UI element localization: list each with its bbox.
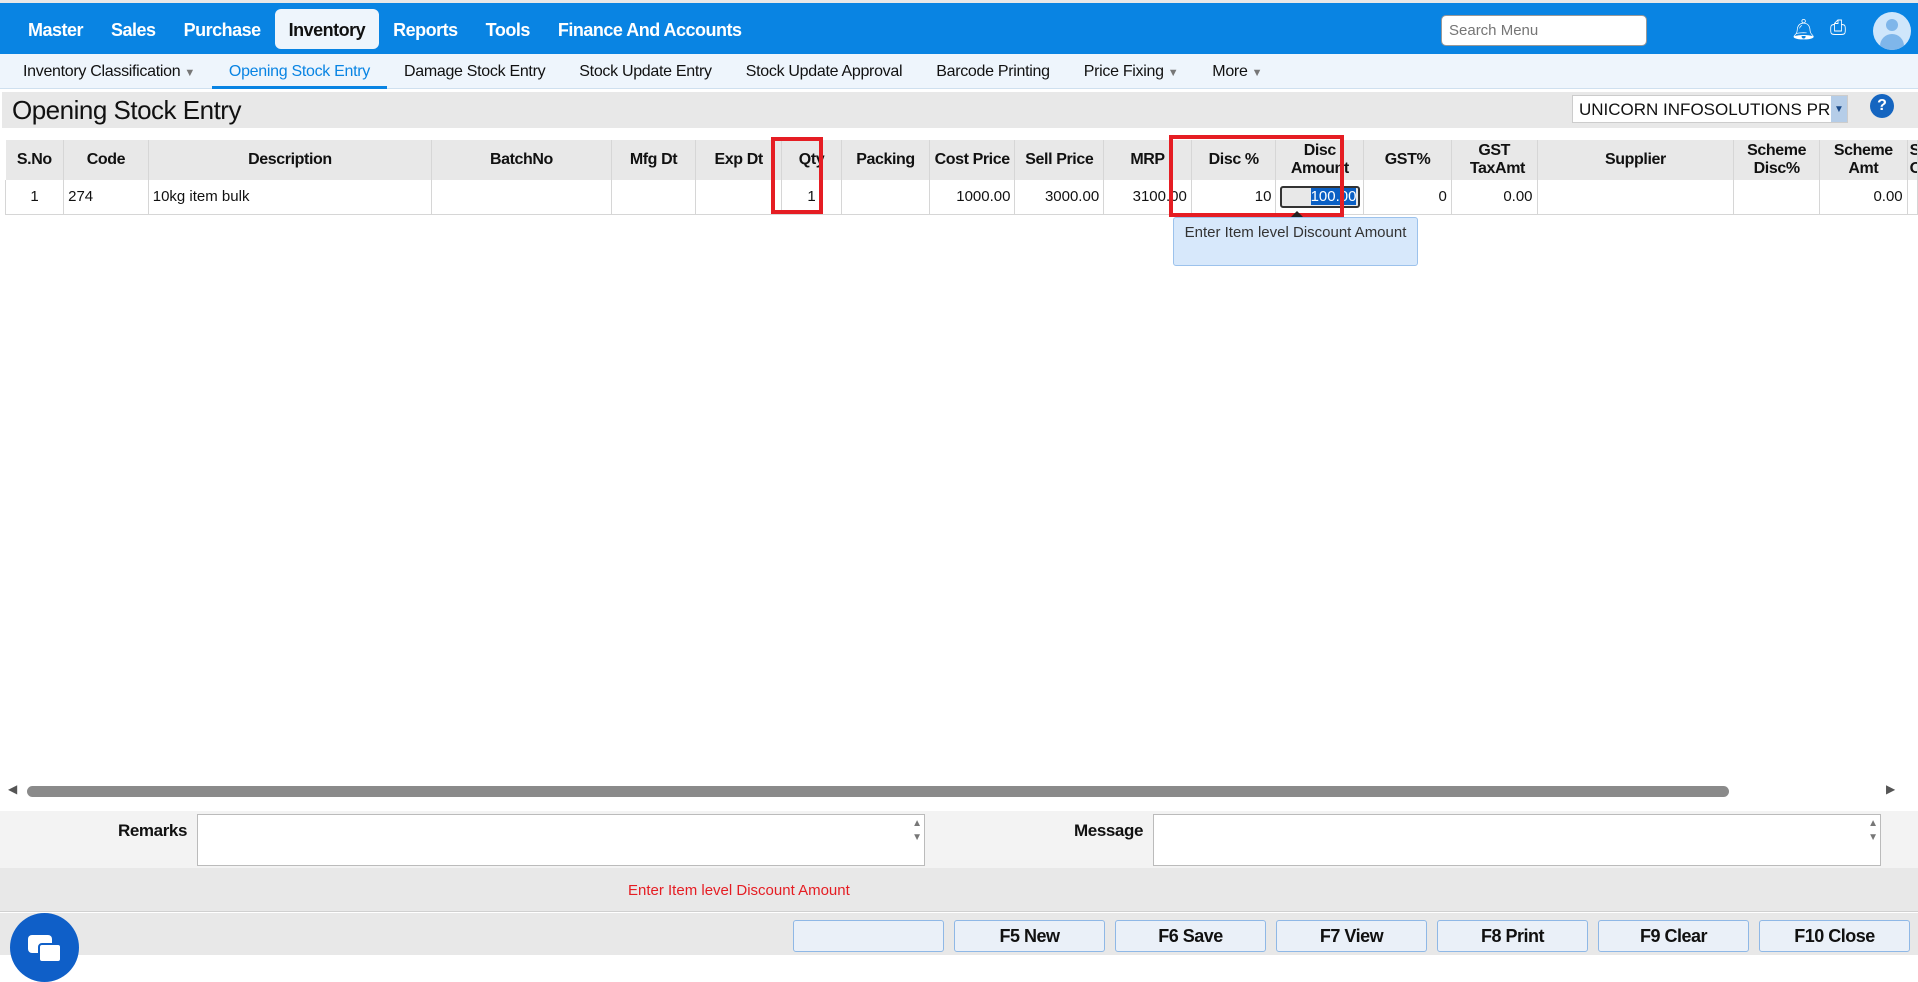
close-button[interactable]: F10 Close <box>1759 920 1910 952</box>
caret-down-icon: ▼ <box>184 67 195 79</box>
remarks-section: Remarks ▲ ▼ Message ▲ ▼ <box>0 811 1918 868</box>
scroll-arrows-icon: ▲ ▼ <box>1868 818 1878 843</box>
cell-packing[interactable] <box>841 180 930 215</box>
col-gst-pct: GST% <box>1363 140 1452 180</box>
action-bar: F5 New F6 Save F7 View F8 Print F9 Clear… <box>0 913 1918 955</box>
status-bar: Enter Item level Discount Amount <box>0 868 1918 912</box>
printer-icon[interactable]: ⎙ <box>1830 17 1846 40</box>
subnav-label: Barcode Printing <box>936 63 1050 80</box>
avatar[interactable] <box>1873 12 1911 50</box>
cell-sno: 1 <box>4 180 65 215</box>
col-batchno: BatchNo <box>431 140 612 180</box>
remarks-label: Remarks <box>118 821 188 840</box>
blank-button[interactable] <box>793 920 944 952</box>
message-label: Message <box>1074 821 1144 840</box>
subnav-stock-update-approval[interactable]: Stock Update Approval <box>729 54 919 89</box>
col-exp-dt: Exp Dt <box>695 140 782 180</box>
subnav-opening-stock-entry[interactable]: Opening Stock Entry <box>211 54 387 89</box>
col-mfg-dt: Mfg Dt <box>611 140 697 180</box>
subnav-label: Stock Update Approval <box>745 63 903 80</box>
help-icon[interactable]: ? <box>1870 94 1894 118</box>
subnav-price-fixing[interactable]: Price Fixing ▼ <box>1067 54 1196 89</box>
col-description: Description <box>148 140 433 180</box>
menu-purchase[interactable]: Purchase <box>170 9 275 49</box>
table-row[interactable]: 1 274 10kg item bulk 1 1000.00 3000.00 3… <box>4 180 1918 215</box>
col-sc-o: Sc O <box>1907 140 1918 180</box>
subnav-more[interactable]: More ▼ <box>1195 54 1279 89</box>
col-code: Code <box>63 140 149 180</box>
search-menu-input[interactable] <box>1441 15 1647 46</box>
col-sell-price: Sell Price <box>1014 140 1105 180</box>
col-scheme-disc: Scheme Disc% <box>1733 140 1820 180</box>
highlight-discount <box>1169 135 1344 217</box>
top-nav-bar: Master Sales Purchase Inventory Reports … <box>0 0 1918 54</box>
subnav-label: Stock Update Entry <box>579 63 712 80</box>
highlight-qty <box>771 137 823 214</box>
new-button[interactable]: F5 New <box>954 920 1105 952</box>
clear-button[interactable]: F9 Clear <box>1598 920 1749 952</box>
cell-scheme-disc[interactable] <box>1733 180 1820 215</box>
cell-description[interactable]: 10kg item bulk <box>147 180 433 215</box>
chevron-down-icon: ▼ <box>1831 96 1847 122</box>
grid-header-row: S.No Code Description BatchNo Mfg Dt Exp… <box>5 140 1918 180</box>
stock-entry-grid: S.No Code Description BatchNo Mfg Dt Exp… <box>4 140 1918 215</box>
cell-supplier[interactable] <box>1536 180 1735 215</box>
menu-sales[interactable]: Sales <box>97 9 170 49</box>
bell-icon[interactable]: 🔔︎ <box>1791 17 1816 42</box>
menu-finance[interactable]: Finance And Accounts <box>544 9 756 49</box>
col-sno: S.No <box>5 140 65 180</box>
subnav-label: Inventory Classification <box>23 63 181 80</box>
subnav-inventory-classification[interactable]: Inventory Classification ▼ <box>6 54 212 89</box>
sub-nav: Inventory Classification ▼ Opening Stock … <box>0 54 1918 89</box>
tooltip: Enter Item level Discount Amount <box>1173 211 1418 266</box>
save-button[interactable]: F6 Save <box>1115 920 1266 952</box>
main-menu: Master Sales Purchase Inventory Reports … <box>14 9 756 49</box>
col-packing: Packing <box>841 140 930 180</box>
cell-mfg-dt[interactable] <box>610 180 697 215</box>
chat-icon[interactable] <box>10 913 79 982</box>
cell-gst-taxamt: 0.00 <box>1450 180 1538 215</box>
subnav-label: Price Fixing <box>1083 63 1164 80</box>
company-name: UNICORN INFOSOLUTIONS PR <box>1579 100 1831 119</box>
col-cost-price: Cost Price <box>929 140 1016 180</box>
cell-batchno[interactable] <box>431 180 612 215</box>
subnav-label: Damage Stock Entry <box>403 63 546 80</box>
menu-tools[interactable]: Tools <box>472 9 544 49</box>
message-textarea[interactable]: ▲ ▼ <box>1153 814 1881 866</box>
scroll-left-icon[interactable]: ◀ <box>8 782 17 796</box>
page-header: Opening Stock Entry UNICORN INFOSOLUTION… <box>2 92 1918 128</box>
cell-gst-pct[interactable]: 0 <box>1363 180 1452 215</box>
subnav-label: More <box>1212 63 1248 80</box>
col-gst-taxamt: GST TaxAmt <box>1451 140 1538 180</box>
col-supplier: Supplier <box>1537 140 1735 180</box>
view-button[interactable]: F7 View <box>1276 920 1427 952</box>
horizontal-scrollbar[interactable]: ◀ ▶ <box>0 780 1905 802</box>
subnav-barcode-printing[interactable]: Barcode Printing <box>919 54 1067 89</box>
cell-code[interactable]: 274 <box>63 180 149 215</box>
cell-cost-price[interactable]: 1000.00 <box>928 180 1016 215</box>
cell-scheme-amt: 0.00 <box>1818 180 1908 215</box>
subnav-label: Opening Stock Entry <box>228 63 370 80</box>
subnav-stock-update-entry[interactable]: Stock Update Entry <box>562 54 728 89</box>
remarks-textarea[interactable]: ▲ ▼ <box>197 814 925 866</box>
scroll-arrows-icon: ▲ ▼ <box>912 818 922 843</box>
menu-inventory[interactable]: Inventory <box>274 9 380 49</box>
caret-down-icon: ▼ <box>1251 67 1263 79</box>
cell-sell-price[interactable]: 3000.00 <box>1014 180 1105 215</box>
subnav-damage-stock-entry[interactable]: Damage Stock Entry <box>387 54 562 89</box>
cell-sc-o <box>1906 180 1918 215</box>
menu-master[interactable]: Master <box>14 9 97 49</box>
scroll-right-icon[interactable]: ▶ <box>1886 782 1895 796</box>
cell-exp-dt[interactable] <box>695 180 782 215</box>
company-select[interactable]: UNICORN INFOSOLUTIONS PR ▼ <box>1572 95 1848 123</box>
scrollbar-thumb[interactable] <box>27 786 1729 797</box>
col-scheme-amt: Scheme Amt <box>1819 140 1908 180</box>
caret-down-icon: ▼ <box>1167 67 1179 79</box>
status-message: Enter Item level Discount Amount <box>628 882 850 899</box>
print-button[interactable]: F8 Print <box>1437 920 1588 952</box>
page-title: Opening Stock Entry <box>12 95 241 125</box>
menu-reports[interactable]: Reports <box>379 9 472 49</box>
